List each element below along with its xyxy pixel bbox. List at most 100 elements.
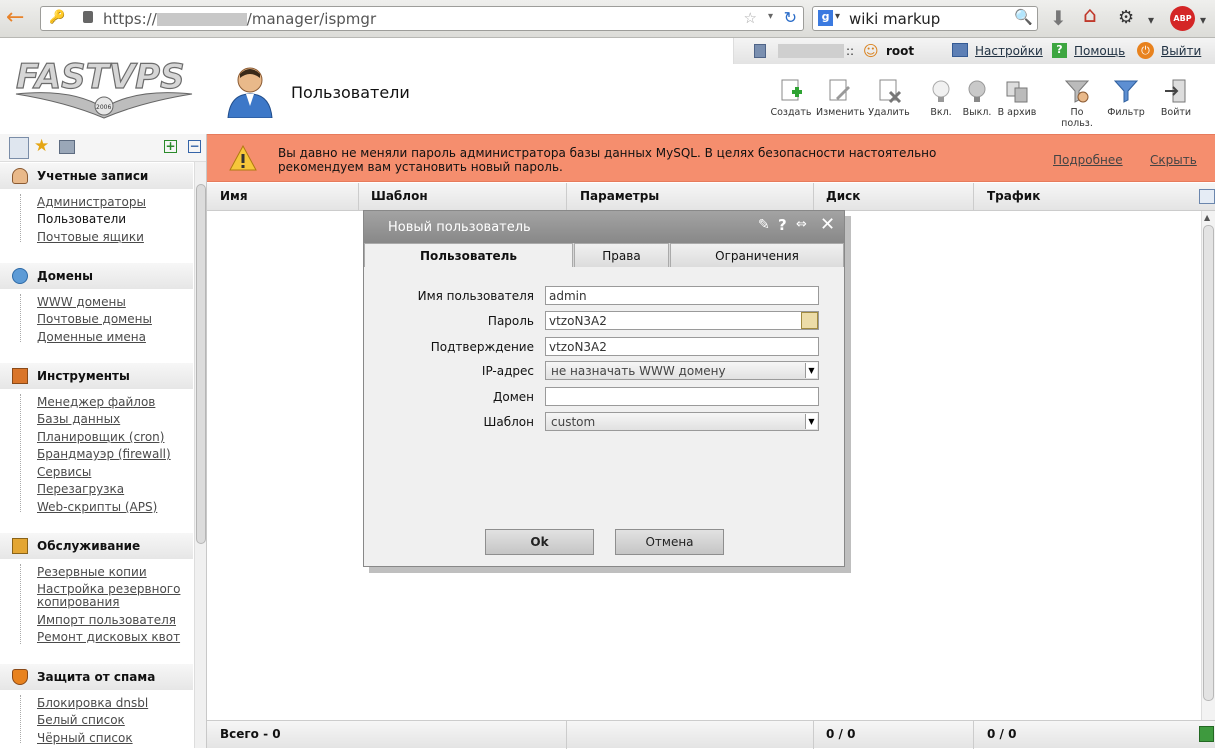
toolbar-edit-button[interactable]: Изменить (816, 78, 865, 118)
export-icon[interactable] (1199, 726, 1214, 742)
sidebar-item-www-domains[interactable]: WWW домены (37, 295, 126, 309)
table-footer: Всего - 0 0 / 0 0 / 0 (207, 720, 1215, 749)
table-scroll-thumb[interactable] (1203, 225, 1214, 701)
home-icon[interactable]: ⌂ (1083, 5, 1097, 27)
sidebar-item-users[interactable]: Пользователи (37, 212, 126, 226)
sidebar-item-blacklist[interactable]: Чёрный список (37, 731, 133, 745)
column-name[interactable]: Имя (220, 189, 248, 203)
back-icon[interactable]: ← (6, 7, 24, 29)
pin-icon[interactable]: ✎ (758, 217, 770, 233)
column-settings-icon[interactable] (1199, 189, 1215, 204)
sidebar-item-backups[interactable]: Резервные копии (37, 565, 147, 579)
google-icon[interactable]: g (818, 10, 833, 26)
tab-rights[interactable]: Права (574, 243, 669, 267)
search-icon[interactable]: 🔍 (1014, 8, 1033, 26)
template-select[interactable]: custom ▼ (545, 412, 819, 431)
toolbar-create-button[interactable]: Создать (768, 78, 814, 118)
sidebar-item-whitelist[interactable]: Белый список (37, 713, 125, 727)
section-domains[interactable]: Домены (0, 263, 193, 289)
sidebar-item-mailboxes[interactable]: Почтовые ящики (37, 230, 144, 244)
new-user-dialog: Новый пользователь ✎ ? ⇔ ✕ Пользователь … (363, 210, 845, 567)
expand-all-icon[interactable]: + (164, 140, 177, 153)
toolbar-delete-button[interactable]: Удалить (866, 78, 912, 118)
sidebar-item-backup-settings-line2[interactable]: копирования (37, 595, 119, 609)
section-tools[interactable]: Инструменты (0, 363, 193, 389)
help-icon[interactable]: ? (1052, 43, 1067, 58)
briefcase-icon[interactable] (59, 140, 75, 154)
toolbar-label: Выкл. (962, 107, 992, 118)
tab-limits[interactable]: Ограничения (670, 243, 844, 267)
help-link[interactable]: Помощь (1074, 44, 1125, 58)
column-divider (358, 183, 359, 211)
sidebar-scrollbar[interactable] (194, 162, 206, 748)
column-traffic[interactable]: Трафик (987, 189, 1040, 203)
tab-user[interactable]: Пользователь (364, 243, 573, 268)
favorites-icon[interactable]: ★ (34, 136, 49, 156)
domain-label: Домен (493, 390, 534, 404)
search-bar[interactable]: g ▾ wiki markup 🔍 (812, 6, 1038, 31)
table-scrollbar[interactable]: ▲ (1201, 211, 1215, 720)
warning-hide-link[interactable]: Скрыть (1150, 153, 1197, 167)
username-field[interactable]: admin (545, 286, 819, 305)
confirm-field[interactable]: vtzoN3A2 (545, 337, 819, 356)
section-spam-protection[interactable]: Защита от спама (0, 664, 193, 690)
toolbar-archive-button[interactable]: В архив (994, 78, 1040, 118)
toolbar-login-button[interactable]: Войти (1153, 78, 1199, 118)
sidebar-item-import-user[interactable]: Импорт пользователя (37, 613, 176, 627)
tree-view-icon[interactable] (9, 137, 29, 159)
warning-icon (229, 145, 257, 171)
engine-dropdown-icon[interactable]: ▾ (835, 11, 840, 22)
settings-link[interactable]: Настройки (975, 44, 1043, 58)
ip-select[interactable]: не назначать WWW домену ▼ (545, 361, 819, 380)
cancel-button[interactable]: Отмена (615, 529, 724, 555)
close-icon[interactable]: ✕ (820, 214, 835, 235)
domain-field[interactable] (545, 387, 819, 406)
menu-dropdown-icon[interactable]: ▾ (1148, 10, 1154, 30)
column-disk[interactable]: Диск (826, 189, 860, 203)
sidebar-item-firewall[interactable]: Брандмауэр (firewall) (37, 447, 171, 461)
warning-more-link[interactable]: Подробнее (1053, 153, 1123, 167)
chevron-down-icon[interactable]: ▼ (805, 414, 817, 429)
ok-button[interactable]: Ok (485, 529, 594, 555)
section-accounts[interactable]: Учетные записи (0, 163, 193, 189)
address-bar[interactable]: 🔑 https:// /manager/ispmgr ☆ ▾ ↻ (40, 6, 804, 31)
sidebar-item-databases[interactable]: Базы данных (37, 412, 120, 426)
help-icon[interactable]: ? (778, 216, 787, 234)
column-params[interactable]: Параметры (580, 189, 659, 203)
generate-password-icon[interactable] (801, 312, 818, 329)
sidebar-item-domain-names[interactable]: Доменные имена (37, 330, 146, 344)
sidebar-item-services[interactable]: Сервисы (37, 465, 91, 479)
logout-link[interactable]: Выйти (1161, 44, 1201, 58)
password-field[interactable]: vtzoN3A2 (545, 311, 819, 330)
sidebar-item-reboot[interactable]: Перезагрузка (37, 482, 124, 496)
section-maintenance[interactable]: Обслуживание (0, 533, 193, 559)
star-icon[interactable]: ☆ (744, 9, 757, 27)
sidebar-item-web-scripts[interactable]: Web-скрипты (APS) (37, 500, 157, 514)
scroll-up-icon[interactable]: ▲ (1204, 213, 1210, 222)
resize-icon[interactable]: ⇔ (796, 217, 807, 232)
sidebar-item-quota-repair[interactable]: Ремонт дисковых квот (37, 630, 180, 644)
sidebar-item-backup-settings[interactable]: Настройка резервного (37, 582, 180, 596)
sidebar-item-file-manager[interactable]: Менеджер файлов (37, 395, 155, 409)
dialog-title: Новый пользователь (388, 220, 531, 235)
power-icon[interactable]: ⏻ (1137, 42, 1154, 59)
dialog-titlebar[interactable]: Новый пользователь ✎ ? ⇔ ✕ (364, 211, 844, 243)
sidebar-item-cron[interactable]: Планировщик (cron) (37, 430, 164, 444)
adblock-icon[interactable]: ABP (1170, 6, 1195, 31)
extension-icon[interactable]: ⚙ (1118, 8, 1134, 28)
sidebar-item-admins[interactable]: Администраторы (37, 195, 146, 209)
collapse-all-icon[interactable]: − (188, 140, 201, 153)
reload-icon[interactable]: ↻ (784, 8, 797, 27)
sidebar-item-mail-domains[interactable]: Почтовые домены (37, 312, 152, 326)
download-icon[interactable]: ⬇ (1050, 8, 1067, 28)
toolbar-filter-button[interactable]: Фильтр (1103, 78, 1149, 118)
settings-icon[interactable] (952, 43, 968, 57)
column-template[interactable]: Шаблон (371, 189, 428, 203)
sidebar-scroll-thumb[interactable] (196, 184, 206, 544)
adblock-dropdown-icon[interactable]: ▾ (1200, 10, 1206, 30)
section-title: Инструменты (37, 369, 130, 383)
toolbar-user-filter-button[interactable]: По польз. (1054, 78, 1100, 129)
sidebar-item-dnsbl[interactable]: Блокировка dnsbl (37, 696, 148, 710)
dropdown-icon[interactable]: ▾ (768, 11, 773, 22)
chevron-down-icon[interactable]: ▼ (805, 363, 817, 378)
